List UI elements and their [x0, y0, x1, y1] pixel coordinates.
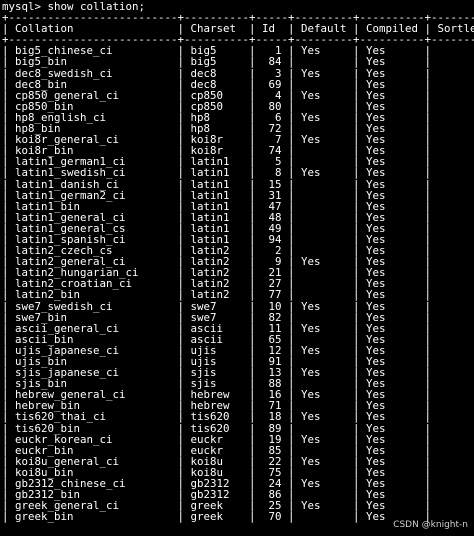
watermark: CSDN @knight-n: [393, 520, 468, 530]
table-row: | latin1_swedish_ci | latin1 | 8 | Yes |…: [2, 166, 474, 180]
table-row: | latin2_bin | latin2 | 77 | | Yes | 1 |: [2, 288, 474, 302]
table-row: | tis620_thai_ci | tis620 | 18 | Yes | Y…: [2, 410, 474, 424]
table-row: | dec8_swedish_ci | dec8 | 3 | Yes | Yes…: [2, 66, 474, 80]
table-row: | big5_bin | big5 | 84 | | Yes | 1 |: [2, 55, 474, 69]
terminal-window[interactable]: mysql> show collation; +-----------------…: [0, 0, 474, 536]
table-row: | latin1_danish_ci | latin1 | 15 | | Yes…: [2, 177, 474, 191]
table-row: | swe7_swedish_ci | swe7 | 10 | Yes | Ye…: [2, 299, 474, 313]
table-row: | tis620_bin | tis620 | 89 | | Yes | 1 |: [2, 421, 474, 435]
table-body: | big5_chinese_ci | big5 | 1 | Yes | Yes…: [2, 45, 474, 522]
terminal-output: mysql> show collation; +-----------------…: [2, 1, 474, 523]
